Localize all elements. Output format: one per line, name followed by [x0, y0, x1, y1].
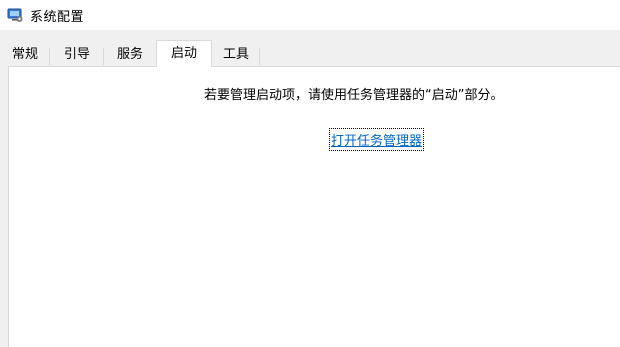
system-configuration-window: 系统配置 常规 引导 服务 启动 工具 若要管理启动项，请使用任务管理器的“启动… [0, 0, 620, 347]
startup-tab-panel: 若要管理启动项，请使用任务管理器的“启动”部分。 打开任务管理器 [8, 66, 620, 347]
tab-tools[interactable]: 工具 [213, 44, 259, 66]
window-title: 系统配置 [30, 9, 85, 25]
tab-general[interactable]: 常规 [3, 44, 47, 66]
tab-separator [103, 48, 104, 65]
tab-startup[interactable]: 启动 [156, 40, 212, 67]
open-task-manager-link[interactable]: 打开任务管理器 [328, 128, 425, 151]
tab-boot[interactable]: 引导 [55, 44, 99, 66]
tab-services[interactable]: 服务 [107, 44, 153, 66]
title-bar: 系统配置 [0, 0, 620, 30]
startup-message: 若要管理启动项，请使用任务管理器的“启动”部分。 [204, 88, 504, 103]
tab-separator [259, 48, 260, 65]
system-config-icon [7, 7, 23, 23]
tab-bar: 常规 引导 服务 启动 工具 [0, 40, 620, 67]
tab-separator [49, 48, 50, 65]
